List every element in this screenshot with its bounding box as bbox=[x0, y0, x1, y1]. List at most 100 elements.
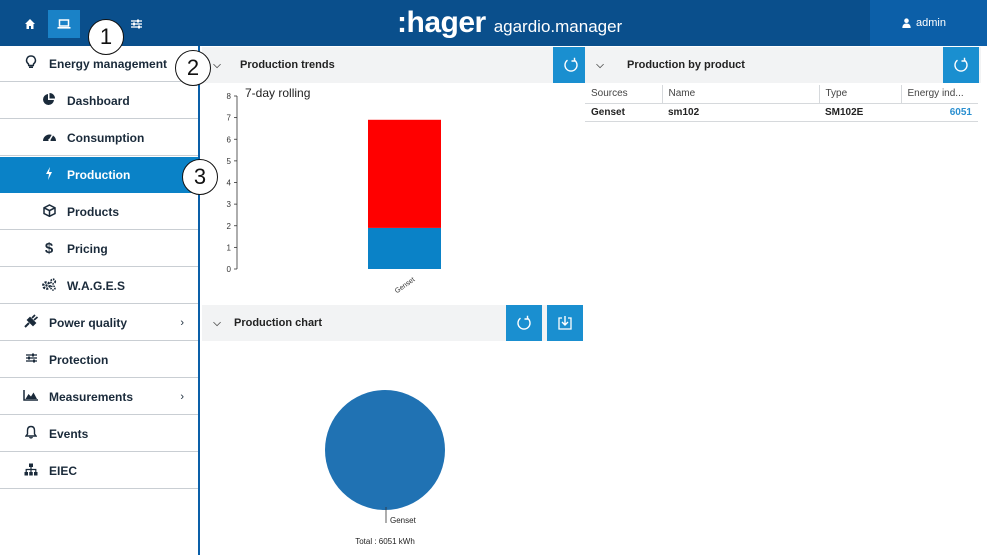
panel-title: Production by product bbox=[627, 59, 745, 71]
gauge-icon bbox=[40, 130, 58, 145]
production-trends-header[interactable]: ⌵ Production trends bbox=[202, 47, 589, 83]
refresh-button[interactable] bbox=[943, 47, 979, 83]
settings-button[interactable] bbox=[120, 10, 152, 38]
refresh-icon bbox=[564, 57, 578, 72]
sidebar-item-label: Products bbox=[67, 204, 120, 219]
brand: :hager agardio.manager bbox=[397, 6, 622, 40]
sliders-icon bbox=[130, 19, 142, 29]
sidebar-item-dashboard[interactable]: Dashboard bbox=[0, 83, 198, 119]
refresh-icon bbox=[954, 57, 968, 72]
hager-logo: :hager bbox=[397, 6, 486, 39]
top-bar: :hager agardio.manager admin bbox=[0, 0, 987, 46]
production-by-product-header[interactable]: ⌵ Production by product bbox=[585, 47, 981, 83]
y-axis: 0 1 2 3 4 5 6 7 8 bbox=[227, 92, 238, 274]
cell-source: Genset bbox=[585, 103, 662, 122]
sidebar-item-label: Power quality bbox=[49, 315, 128, 330]
download-icon bbox=[558, 316, 572, 330]
table-header-row: Sources Name Type Energy ind... bbox=[585, 85, 978, 104]
download-button[interactable] bbox=[547, 305, 583, 341]
table-row[interactable]: Genset sm102 SM102E 6051 bbox=[585, 103, 978, 122]
user-menu[interactable]: admin bbox=[870, 0, 987, 46]
cube-icon bbox=[40, 203, 58, 220]
home-icon bbox=[25, 19, 35, 29]
user-icon bbox=[902, 18, 911, 28]
home-button[interactable] bbox=[14, 10, 46, 38]
sidebar-item-label: Consumption bbox=[67, 130, 145, 145]
column-header-energy-index[interactable]: Energy ind... bbox=[901, 85, 978, 104]
sidebar-item-label: Events bbox=[49, 426, 89, 441]
y-tick-label: 8 bbox=[227, 92, 232, 101]
callout-3: 3 bbox=[182, 159, 218, 195]
lightbulb-icon bbox=[22, 55, 40, 72]
chevron-down-icon[interactable]: ⌵ bbox=[206, 318, 228, 329]
refresh-button[interactable] bbox=[553, 47, 589, 83]
refresh-button[interactable] bbox=[506, 305, 542, 341]
sidebar-item-label: EIEC bbox=[49, 463, 78, 478]
callout-1: 1 bbox=[88, 19, 124, 55]
y-tick-label: 1 bbox=[227, 243, 232, 252]
sidebar-item-products[interactable]: Products bbox=[0, 194, 198, 230]
sidebar-item-consumption[interactable]: Consumption bbox=[0, 120, 198, 156]
column-header-sources[interactable]: Sources bbox=[585, 85, 663, 104]
bolt-icon bbox=[40, 166, 58, 183]
x-tick-label: Genset bbox=[394, 276, 417, 295]
sidebar-item-protection[interactable]: Protection bbox=[0, 342, 198, 378]
chart-title: 7-day rolling bbox=[245, 86, 310, 100]
pie-chart-icon bbox=[40, 92, 58, 109]
plug-icon bbox=[22, 314, 40, 331]
y-tick-label: 2 bbox=[227, 222, 232, 231]
production-chart-header[interactable]: ⌵ Production chart bbox=[202, 305, 583, 341]
sliders-icon bbox=[22, 352, 40, 367]
area-chart-icon bbox=[22, 389, 40, 404]
chevron-right-icon: › bbox=[180, 316, 184, 329]
cell-type: SM102E bbox=[819, 103, 901, 122]
bell-icon bbox=[22, 425, 40, 442]
y-tick-label: 4 bbox=[227, 179, 232, 188]
sidebar-item-label: W.A.G.E.S bbox=[67, 278, 126, 293]
pie-slice bbox=[325, 390, 445, 510]
dollar-icon: $ bbox=[44, 240, 54, 257]
sidebar: Energy management Dashboard Consumption … bbox=[0, 46, 200, 555]
sitemap-icon bbox=[22, 463, 40, 479]
column-header-name[interactable]: Name bbox=[662, 85, 820, 104]
sidebar-item-eiec[interactable]: EIEC bbox=[0, 453, 198, 489]
pie-total-label: Total : 6051 kWh bbox=[355, 537, 415, 546]
sidebar-item-pricing[interactable]: $ Pricing bbox=[0, 231, 198, 267]
sidebar-item-wages[interactable]: W.A.G.E.S bbox=[0, 268, 198, 304]
cogs-icon bbox=[40, 277, 58, 294]
y-tick-label: 7 bbox=[227, 114, 232, 123]
column-header-type[interactable]: Type bbox=[819, 85, 902, 104]
refresh-icon bbox=[517, 315, 531, 330]
bar-segment bbox=[368, 119, 441, 228]
cell-name: sm102 bbox=[662, 103, 819, 122]
production-by-product-table: Sources Name Type Energy ind... Genset s… bbox=[585, 85, 978, 122]
sidebar-item-label: Pricing bbox=[67, 241, 108, 256]
pie-series bbox=[325, 390, 445, 510]
sidebar-item-label: Production bbox=[67, 167, 131, 182]
cell-energy-index: 6051 bbox=[901, 103, 978, 122]
panel-title: Production trends bbox=[240, 59, 335, 71]
sidebar-item-label: Dashboard bbox=[67, 93, 130, 108]
callout-2: 2 bbox=[175, 50, 211, 86]
chevron-right-icon: › bbox=[180, 390, 184, 403]
app-name: agardio.manager bbox=[493, 17, 623, 36]
production-trends-chart: 7-day rolling 0 1 2 3 4 5 6 7 8 Genset bbox=[227, 86, 441, 295]
sidebar-item-label: Energy management bbox=[49, 56, 168, 71]
y-tick-label: 6 bbox=[227, 135, 232, 144]
sidebar-item-events[interactable]: Events bbox=[0, 416, 198, 452]
bar-segment bbox=[368, 227, 441, 269]
user-name: admin bbox=[916, 17, 946, 29]
y-tick-label: 3 bbox=[227, 200, 232, 209]
sidebar-item-production[interactable]: Production bbox=[0, 157, 198, 193]
devices-button[interactable] bbox=[48, 10, 80, 38]
sidebar-item-power-quality[interactable]: Power quality › bbox=[0, 305, 198, 341]
sidebar-item-label: Measurements bbox=[49, 389, 134, 404]
panel-title: Production chart bbox=[234, 317, 323, 329]
y-tick-label: 0 bbox=[227, 265, 232, 274]
production-pie-chart: Genset Total : 6051 kWh bbox=[325, 390, 445, 546]
chevron-down-icon[interactable]: ⌵ bbox=[589, 60, 611, 71]
pie-slice-label: Genset bbox=[390, 516, 417, 525]
bar-series bbox=[368, 119, 441, 269]
sidebar-item-measurements[interactable]: Measurements › bbox=[0, 379, 198, 415]
y-tick-label: 5 bbox=[227, 157, 232, 166]
